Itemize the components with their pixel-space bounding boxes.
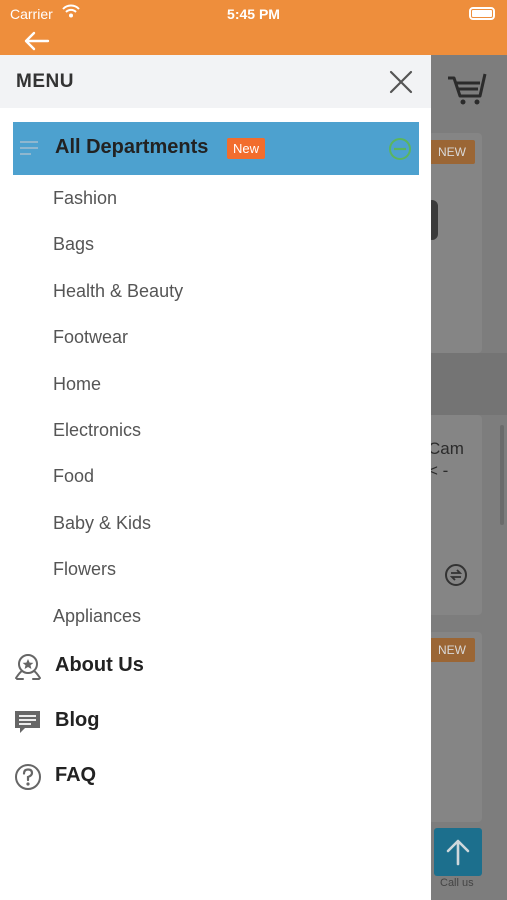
call-us-label[interactable]: Call us [440,877,474,889]
all-departments-item[interactable]: All Departments New [13,122,419,175]
product-card [428,133,482,353]
app-header [0,28,507,55]
product-title: Cam < - [428,439,464,480]
department-item-baby-kids[interactable]: Baby & Kids [53,508,413,538]
battery-icon [469,7,495,20]
award-icon [13,652,43,682]
menu-header: MENU [0,55,431,108]
new-badge: NEW [429,638,475,662]
section-band [428,353,507,415]
all-departments-label: All Departments [55,136,209,158]
department-item-health-beauty[interactable]: Health & Beauty [53,276,413,306]
close-icon[interactable] [389,70,413,94]
menu-title: MENU [16,71,74,92]
new-badge: New [227,138,266,159]
department-item-appliances[interactable]: Appliances [53,601,413,631]
about-us-link[interactable]: About Us [13,650,413,684]
department-item-food[interactable]: Food [53,461,413,491]
back-arrow-icon[interactable] [22,30,50,52]
new-badge: NEW [429,140,475,164]
collapse-icon[interactable] [388,137,412,166]
status-time: 5:45 PM [227,6,280,22]
message-icon [13,707,43,737]
department-item-home[interactable]: Home [53,369,413,399]
scroll-top-button[interactable] [434,828,482,876]
scrollbar[interactable] [500,425,504,525]
faq-link[interactable]: FAQ [13,760,413,794]
side-drawer: MENU All Departments New Fashion Bags He… [0,55,431,900]
department-item-flowers[interactable]: Flowers [53,554,413,584]
department-item-fashion[interactable]: Fashion [53,183,413,213]
blog-label: Blog [55,709,100,731]
status-bar: Carrier 5:45 PM [0,0,507,28]
compare-icon[interactable] [444,563,468,592]
blog-link[interactable]: Blog [13,705,413,739]
cart-icon[interactable] [446,72,488,111]
menu-lines-icon [19,139,39,162]
about-us-label: About Us [55,654,144,676]
department-item-bags[interactable]: Bags [53,229,413,259]
department-item-electronics[interactable]: Electronics [53,415,413,445]
help-icon [13,762,43,792]
department-item-footwear[interactable]: Footwear [53,322,413,352]
faq-label: FAQ [55,764,97,786]
arrow-up-icon [446,839,470,866]
